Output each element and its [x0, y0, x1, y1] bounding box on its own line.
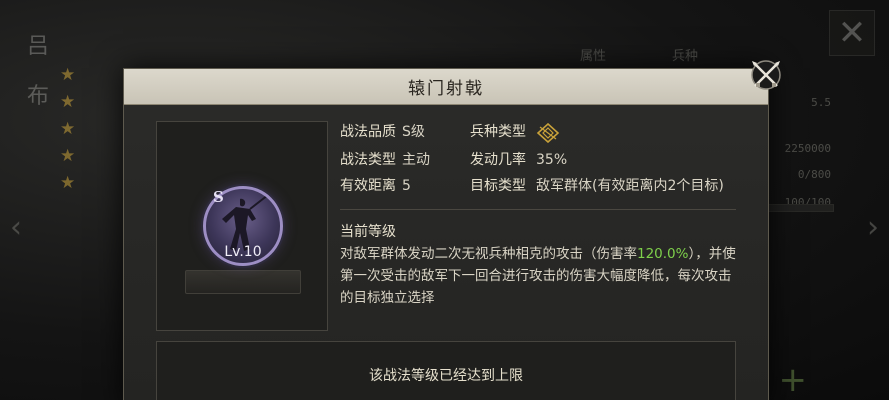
dialog-title: 辕门射戟: [408, 79, 484, 99]
tab-attributes[interactable]: 属性: [580, 45, 606, 64]
range-value: 5: [402, 178, 411, 194]
crossed-swords-icon: [751, 60, 781, 90]
dialog-header: 辕门射戟: [124, 69, 768, 105]
skill-grade-letter: S: [213, 188, 224, 206]
next-arrow-icon[interactable]: ›: [867, 210, 879, 245]
skill-icon-panel: S Lv.10: [156, 121, 328, 331]
star-icon: ★: [60, 173, 76, 193]
background-close-button[interactable]: ✕: [829, 10, 875, 56]
section-divider: [340, 209, 736, 210]
tab-troops[interactable]: 兵种: [672, 45, 698, 64]
description-text: 对敌军群体发动二次无视兵种相克的攻击（伤害率120.0%），并使第一次受击的敌军…: [340, 243, 740, 309]
star-icon: ★: [60, 65, 76, 85]
stat-value: 0/800: [797, 168, 831, 181]
general-stars: ★ ★ ★ ★ ★: [60, 66, 75, 192]
general-name-char: 吕: [26, 34, 49, 59]
star-icon: ★: [60, 119, 76, 139]
prev-arrow-icon[interactable]: ‹: [10, 210, 22, 245]
skill-type-value: 主动: [402, 152, 430, 168]
troop-type-icon: [536, 123, 560, 143]
skill-description: 当前等级 对敌军群体发动二次无视兵种相克的攻击（伤害率120.0%），并使第一次…: [340, 221, 740, 309]
target-type-label: 目标类型: [470, 178, 526, 194]
general-name-char: 布: [26, 84, 49, 109]
skill-detail-dialog: 辕门射戟 S Lv.10 战法品质 S级 兵种类型 战法类型 主动 发动几率 3…: [123, 60, 781, 400]
skill-level: Lv.10: [224, 244, 262, 260]
description-part: 对敌军群体发动二次无视兵种相克的攻击（伤害率: [340, 246, 637, 262]
range-label: 有效距离: [340, 178, 396, 194]
badge-ribbon: [185, 270, 301, 294]
star-icon: ★: [60, 92, 76, 112]
stat-value: 5.5: [811, 96, 831, 109]
stat-value: 2250000: [784, 142, 831, 155]
trigger-rate-value: 35%: [536, 152, 568, 168]
max-level-notice: 该战法等级已经达到上限: [156, 341, 736, 400]
troop-type-label: 兵种类型: [470, 124, 526, 140]
close-button[interactable]: [746, 55, 786, 95]
plus-icon[interactable]: +: [779, 360, 808, 400]
general-name: 吕 布: [18, 28, 58, 110]
skill-attributes: 战法品质 S级 兵种类型 战法类型 主动 发动几率 35% 有效距离 5 目标类…: [340, 123, 740, 195]
quality-label: 战法品质: [340, 124, 396, 140]
damage-rate-highlight: 120.0%: [637, 246, 689, 262]
skill-type-label: 战法类型: [340, 152, 396, 168]
current-level-heading: 当前等级: [340, 224, 396, 240]
star-icon: ★: [60, 146, 76, 166]
trigger-rate-label: 发动几率: [470, 152, 526, 168]
target-type-value: 敌军群体(有效距离内2个目标): [536, 178, 724, 194]
max-level-text: 该战法等级已经达到上限: [369, 368, 523, 384]
troop-type-value: [536, 123, 740, 143]
quality-value: S级: [402, 124, 425, 140]
